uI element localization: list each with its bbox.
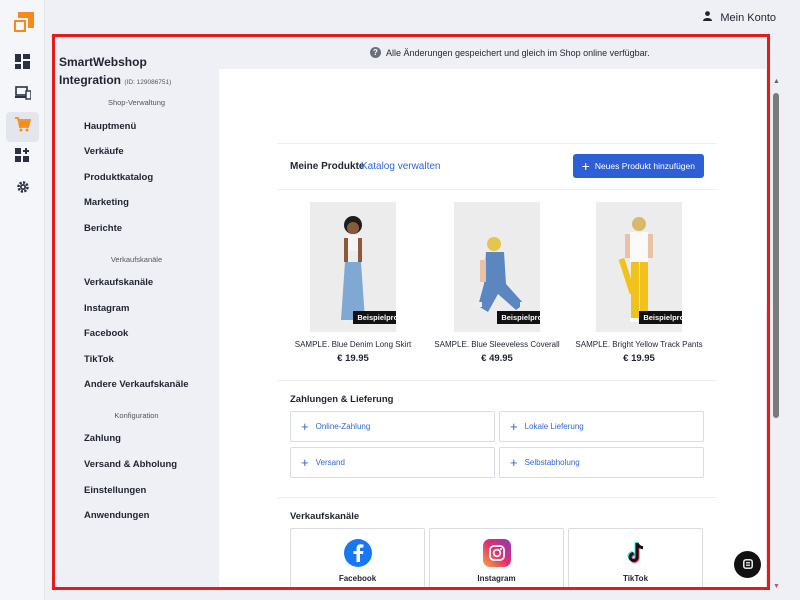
product-name: SAMPLE. Blue Sleeveless Coverall	[434, 340, 560, 349]
rail-devices[interactable]	[6, 80, 39, 110]
shop-brand: SmartWebshop Integration (ID: 129086751)	[59, 53, 171, 92]
channel-label: TikTok	[622, 574, 649, 583]
top-bar: Mein Konto	[46, 0, 800, 34]
shop-brand-line1: SmartWebshop	[59, 55, 147, 69]
add-product-button[interactable]: + Neues Produkt hinzufügen	[572, 154, 704, 178]
account-label: Mein Konto	[720, 11, 776, 24]
plus-icon: +	[301, 455, 309, 470]
product-name: SAMPLE. Blue Denim Long Skirt	[294, 340, 412, 349]
products-card: Meine Produkte Katalog verwalten + Neues…	[277, 143, 717, 371]
channel-facebook[interactable]: Facebook	[290, 528, 425, 587]
product-image: Beispielprodukt	[596, 202, 682, 332]
product-name: SAMPLE. Bright Yellow Track Pants	[575, 340, 703, 349]
rail-apps[interactable]	[6, 143, 39, 173]
account-menu[interactable]: Mein Konto	[703, 11, 776, 24]
sidebar-item-marketing[interactable]: Marketing	[84, 197, 129, 208]
app-rail	[0, 0, 45, 600]
channel-instagram[interactable]: Instagram	[429, 528, 564, 587]
main-panel: Meine Produkte Katalog verwalten + Neues…	[219, 69, 766, 587]
product-image: Beispielprodukt	[310, 202, 396, 332]
dashboard-icon	[15, 54, 30, 74]
rail-shop[interactable]	[6, 112, 39, 142]
shop-sidebar: SmartWebshop Integration (ID: 129086751)…	[55, 37, 218, 587]
sample-badge: Beispielprodukt	[497, 311, 540, 324]
save-notice-text: Alle Änderungen gespeichert und gleich i…	[386, 47, 650, 58]
sidebar-item-verkaufe[interactable]: Verkäufe	[84, 146, 124, 157]
sidebar-item-facebook[interactable]: Facebook	[84, 328, 128, 339]
option-label: Versand	[315, 458, 345, 467]
pickup-option[interactable]: + Selbstabholung	[499, 447, 704, 478]
instagram-icon	[482, 539, 511, 567]
devices-icon	[14, 85, 32, 105]
option-label: Online-Zahlung	[315, 422, 371, 431]
plus-icon: +	[301, 419, 309, 434]
app-logo-icon[interactable]	[12, 12, 34, 34]
sidebar-item-versand[interactable]: Versand & Abholung	[84, 459, 177, 470]
payments-title: Zahlungen & Lieferung	[290, 394, 394, 405]
option-label: Selbstabholung	[524, 458, 580, 467]
product-price: € 19.95	[337, 353, 369, 364]
product-image: Beispielprodukt	[454, 202, 540, 332]
cart-icon	[14, 117, 31, 137]
user-icon	[703, 11, 713, 24]
channel-tiktok[interactable]: TikTok	[568, 528, 703, 587]
plus-icon: +	[510, 419, 518, 434]
sidebar-item-instagram[interactable]: Instagram	[84, 303, 129, 314]
shop-id: (ID: 129086751)	[124, 79, 172, 86]
product-card[interactable]: Beispielprodukt SAMPLE. Blue Denim Long …	[283, 202, 423, 364]
facebook-icon	[343, 539, 372, 567]
channel-label: Facebook	[338, 574, 377, 583]
scrollbar[interactable]: ▲ ▼	[773, 78, 780, 590]
scroll-up-icon[interactable]: ▲	[773, 78, 780, 85]
chat-button[interactable]	[734, 551, 761, 578]
sidebar-group-label: Verkaufskanäle	[110, 255, 163, 264]
gear-icon	[16, 180, 30, 199]
rail-dashboard[interactable]	[6, 49, 39, 79]
product-price: € 49.95	[481, 353, 513, 364]
products-header: Meine Produkte Katalog verwalten + Neues…	[277, 144, 717, 190]
product-card[interactable]: Beispielprodukt SAMPLE. Bright Yellow Tr…	[569, 202, 709, 364]
scroll-down-icon[interactable]: ▼	[773, 583, 780, 590]
chat-icon	[742, 556, 753, 574]
rail-settings[interactable]	[6, 174, 39, 204]
channels-title: Verkaufskanäle	[290, 511, 360, 522]
sidebar-item-produktkatalog[interactable]: Produktkatalog	[84, 172, 153, 183]
tiktok-icon	[621, 539, 650, 567]
local-delivery-option[interactable]: + Lokale Lieferung	[499, 411, 704, 442]
sidebar-item-andere[interactable]: Andere Verkaufskanäle	[84, 379, 189, 390]
plus-icon: +	[581, 158, 590, 174]
sidebar-item-anwendungen[interactable]: Anwendungen	[84, 510, 149, 521]
payments-card: Zahlungen & Lieferung + Online-Zahlung +…	[277, 380, 717, 490]
option-label: Lokale Lieferung	[524, 422, 584, 431]
plus-icon: +	[510, 455, 518, 470]
sidebar-item-hauptmenu[interactable]: Hauptmenü	[84, 121, 136, 132]
sidebar-item-zahlung[interactable]: Zahlung	[84, 433, 121, 444]
scroll-thumb[interactable]	[773, 93, 779, 418]
channel-label: Instagram	[477, 574, 516, 583]
sample-badge: Beispielprodukt	[353, 311, 396, 324]
manage-catalog-link[interactable]: Katalog verwalten	[361, 161, 441, 172]
sidebar-item-einstellungen[interactable]: Einstellungen	[84, 485, 146, 496]
shipping-option[interactable]: + Versand	[290, 447, 495, 478]
sample-badge: Beispielprodukt	[639, 311, 682, 324]
sidebar-group-label: Shop-Verwaltung	[107, 98, 166, 107]
apps-add-icon	[15, 148, 30, 168]
products-title: Meine Produkte	[290, 161, 365, 172]
shop-brand-line2: Integration	[59, 73, 121, 87]
sidebar-item-berichte[interactable]: Berichte	[84, 223, 122, 234]
channels-card: Verkaufskanäle Facebook Instagram TikTok	[277, 497, 717, 587]
sidebar-group-label: Konfiguration	[114, 411, 159, 420]
save-notice: ? Alle Änderungen gespeichert und gleich…	[370, 47, 650, 58]
sidebar-item-tiktok[interactable]: TikTok	[84, 354, 114, 365]
online-payment-option[interactable]: + Online-Zahlung	[290, 411, 495, 442]
product-price: € 19.95	[623, 353, 655, 364]
help-icon[interactable]: ?	[370, 47, 381, 58]
product-card[interactable]: Beispielprodukt SAMPLE. Blue Sleeveless …	[427, 202, 567, 364]
sidebar-item-verkaufskanale[interactable]: Verkaufskanäle	[84, 277, 153, 288]
add-product-label: Neues Produkt hinzufügen	[594, 161, 695, 171]
